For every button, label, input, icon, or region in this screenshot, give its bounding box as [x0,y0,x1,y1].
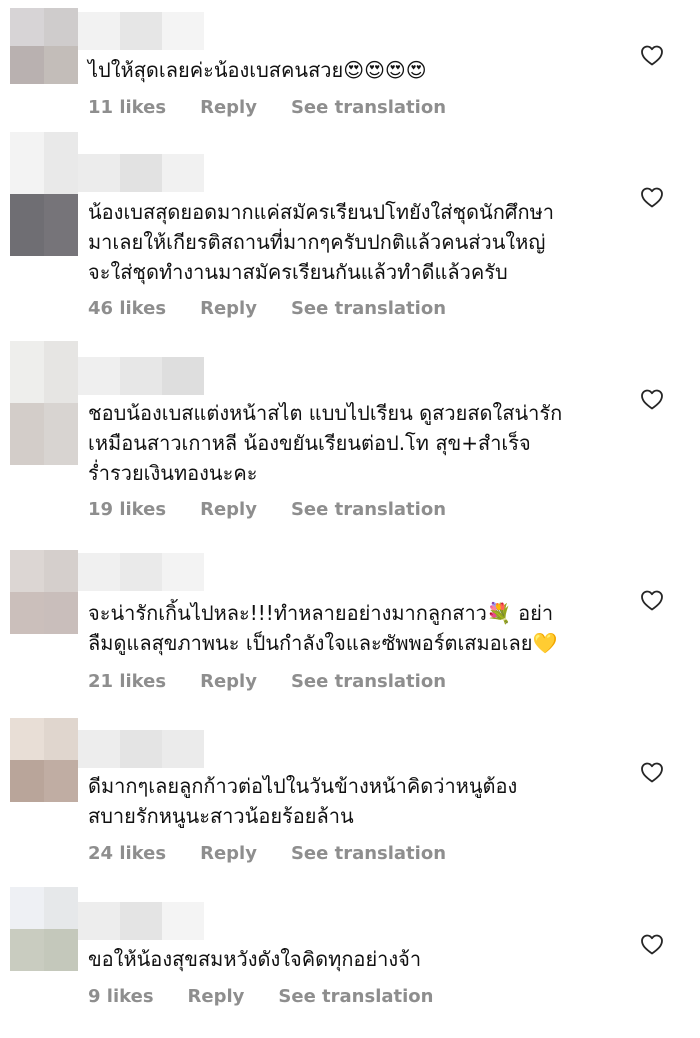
reply-button[interactable]: Reply [200,498,257,522]
comment-actions: 21 likes Reply See translation [88,670,446,694]
avatar-pixel [10,403,44,465]
comment-text: ไปให้สุดเลยค่ะน้องเบสคนสวย😍😍😍😍 [88,58,427,82]
username-pixel [162,12,204,50]
avatar[interactable] [10,550,78,634]
username-pixel [78,730,120,768]
heart-icon[interactable] [640,933,664,955]
avatar-pixel [10,550,44,592]
username-pixel [78,154,120,192]
avatar-pixel [10,887,44,929]
username-pixel [162,902,204,940]
reply-button[interactable]: Reply [200,297,257,321]
likes-count[interactable]: 11 likes [88,96,166,120]
comment-text: ดีมากๆเลยลูกก้าวต่อไปในวันข้างหน้าคิดว่า… [88,774,518,828]
username-pixel [162,154,204,192]
comment-actions: 11 likes Reply See translation [88,96,446,120]
avatar-pixel [44,760,78,802]
heart-icon[interactable] [640,388,664,410]
avatar-pixel [10,8,44,46]
comment-text: จะน่ารักเกิ้นไปหละ!!!ทำหลายอย่างมากลูกสา… [88,601,558,655]
heart-icon[interactable] [640,44,664,66]
likes-count[interactable]: 24 likes [88,842,166,866]
username-pixel [78,902,120,940]
avatar-pixel [44,8,78,46]
username-pixel [120,730,162,768]
username-pixel [120,902,162,940]
reply-button[interactable]: Reply [188,985,245,1009]
reply-button[interactable]: Reply [200,96,257,120]
avatar-pixel [44,46,78,84]
comment-actions: 46 likes Reply See translation [88,297,446,321]
username-pixel [120,12,162,50]
avatar[interactable] [10,8,78,84]
username-blurred[interactable] [78,553,204,591]
comment-text: น้องเบสสุดยอดมากแค่สมัครเรียนปโทยังใส่ชุ… [88,200,555,284]
username-pixel [120,357,162,395]
username-pixel [162,357,204,395]
avatar-pixel [44,194,78,256]
avatar-pixel [10,194,44,256]
avatar-pixel [10,929,44,971]
see-translation-link[interactable]: See translation [278,985,433,1009]
see-translation-link[interactable]: See translation [291,498,446,522]
heart-icon[interactable] [640,589,664,611]
avatar-pixel [10,46,44,84]
username-blurred[interactable] [78,357,204,395]
username-pixel [120,553,162,591]
avatar-pixel [10,132,44,194]
likes-count[interactable]: 46 likes [88,297,166,321]
avatar-pixel [10,592,44,634]
avatar-pixel [10,341,44,403]
avatar-pixel [44,550,78,592]
avatar-pixel [44,887,78,929]
avatar[interactable] [10,887,78,971]
see-translation-link[interactable]: See translation [291,842,446,866]
likes-count[interactable]: 9 likes [88,985,154,1009]
comment-actions: 9 likes Reply See translation [88,985,433,1009]
username-blurred[interactable] [78,902,204,940]
username-pixel [162,730,204,768]
comment-actions: 24 likes Reply See translation [88,842,446,866]
avatar-pixel [44,403,78,465]
avatar-pixel [44,592,78,634]
avatar-pixel [44,929,78,971]
username-pixel [78,553,120,591]
username-blurred[interactable] [78,154,204,192]
comment-text: ชอบน้องเบสแต่งหน้าสไต แบบไปเรียน ดูสวยสด… [88,401,563,485]
username-blurred[interactable] [78,12,204,50]
heart-icon[interactable] [640,761,664,783]
see-translation-link[interactable]: See translation [291,297,446,321]
username-blurred[interactable] [78,730,204,768]
avatar-pixel [44,341,78,403]
comment-actions: 19 likes Reply See translation [88,498,446,522]
avatar-pixel [44,132,78,194]
comment-text: ขอให้น้องสุขสมหวังดังใจคิดทุกอย่างจ้า [88,947,422,971]
reply-button[interactable]: Reply [200,842,257,866]
username-pixel [78,357,120,395]
likes-count[interactable]: 19 likes [88,498,166,522]
avatar-pixel [10,718,44,760]
avatar-pixel [10,760,44,802]
avatar[interactable] [10,132,78,256]
username-pixel [162,553,204,591]
reply-button[interactable]: Reply [200,670,257,694]
username-pixel [120,154,162,192]
likes-count[interactable]: 21 likes [88,670,166,694]
avatar-pixel [44,718,78,760]
heart-icon[interactable] [640,186,664,208]
see-translation-link[interactable]: See translation [291,670,446,694]
avatar[interactable] [10,341,78,465]
see-translation-link[interactable]: See translation [291,96,446,120]
avatar[interactable] [10,718,78,802]
username-pixel [78,12,120,50]
